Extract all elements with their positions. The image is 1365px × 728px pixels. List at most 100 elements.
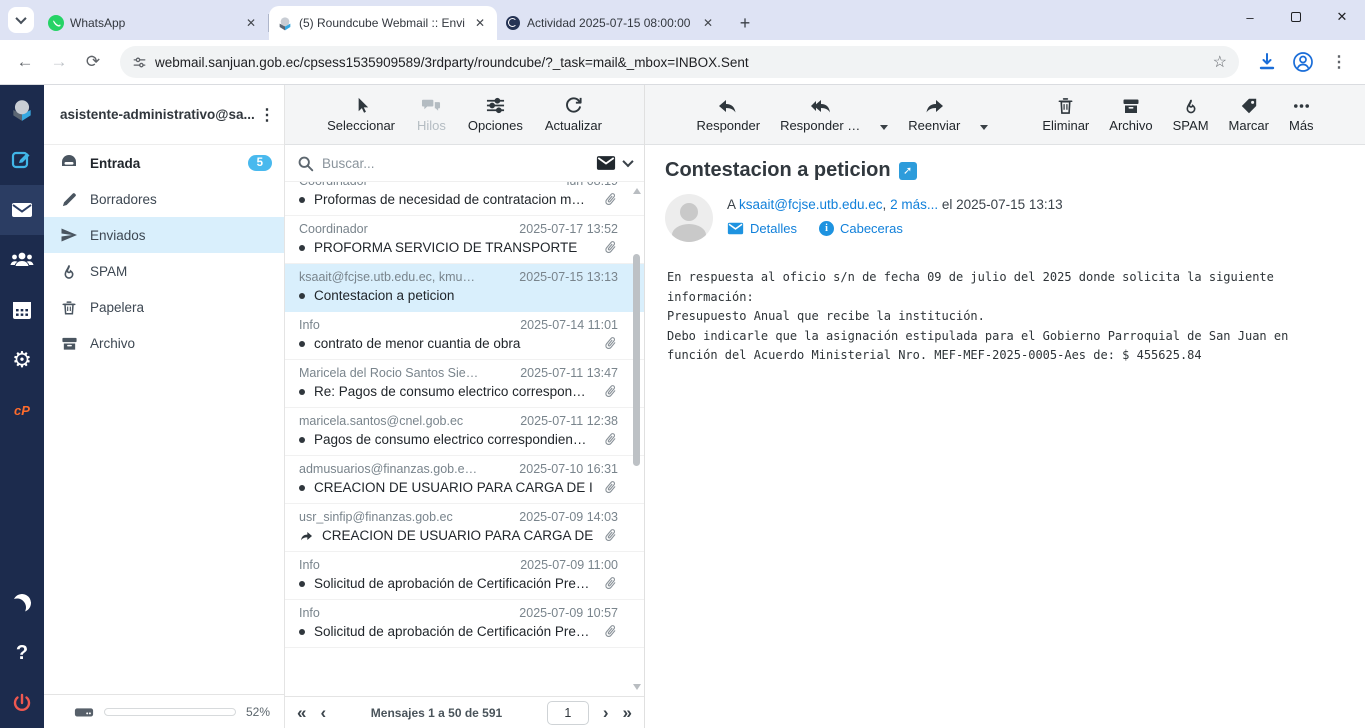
dark-mode-button[interactable] xyxy=(0,578,44,628)
browser-tab-roundcube[interactable]: (5) Roundcube Webmail :: Envia ✕ xyxy=(269,6,497,40)
search-scope-mail-icon[interactable] xyxy=(596,155,616,171)
pointer-icon xyxy=(352,96,371,115)
inbox-icon xyxy=(60,154,78,172)
message-row[interactable]: Info2025-07-09 10:57 Solicitud de aproba… xyxy=(285,600,644,648)
tab-search-button[interactable] xyxy=(8,7,34,33)
settings-nav-button[interactable]: ⚙ xyxy=(0,335,44,385)
message-row[interactable]: maricela.santos@cnel.gob.ec2025-07-11 12… xyxy=(285,408,644,456)
unread-dot xyxy=(299,245,305,251)
close-tab-icon[interactable]: ✕ xyxy=(242,14,260,32)
sidebar-item-borradores[interactable]: Borradores xyxy=(44,181,284,217)
message-list-column: Seleccionar Hilos Opciones Actualizar xyxy=(285,85,645,728)
reply-all-button[interactable]: Responder … xyxy=(780,97,860,133)
reload-button[interactable]: ⟳ xyxy=(78,47,108,77)
folder-label: SPAM xyxy=(90,264,272,279)
recipient-link[interactable]: ksaait@fcjse.utb.edu.ec xyxy=(739,197,883,212)
last-page-button[interactable]: » xyxy=(623,703,632,723)
site-settings-icon[interactable] xyxy=(132,55,147,70)
reply-icon xyxy=(718,97,738,115)
list-scrollbar[interactable] xyxy=(631,182,643,696)
logout-button[interactable] xyxy=(0,678,44,728)
forward-dropdown-caret[interactable] xyxy=(980,125,988,130)
close-tab-icon[interactable]: ✕ xyxy=(471,14,489,32)
roundcube-icon xyxy=(277,15,293,31)
attachment-icon xyxy=(603,384,618,399)
close-window-button[interactable]: ✕ xyxy=(1319,0,1365,34)
message-row-selected[interactable]: ksaait@fcjse.utb.edu.ec, kmu…2025-07-15 … xyxy=(285,264,644,312)
sidebar-item-archivo[interactable]: Archivo xyxy=(44,325,284,361)
scroll-down-arrow[interactable] xyxy=(633,684,641,690)
sidebar-item-enviados[interactable]: Enviados xyxy=(44,217,284,253)
folder-label: Papelera xyxy=(90,300,272,315)
first-page-button[interactable]: « xyxy=(297,703,306,723)
message-row[interactable]: Coordinador2025-07-17 13:52 PROFORMA SER… xyxy=(285,216,644,264)
prev-page-button[interactable]: ‹ xyxy=(320,703,326,723)
more-recipients-link[interactable]: 2 más... xyxy=(890,197,938,212)
forward-button[interactable]: → xyxy=(44,47,74,77)
search-input[interactable] xyxy=(322,156,588,171)
account-email: asistente-administrativo@sa... xyxy=(60,107,256,122)
contacts-nav-button[interactable] xyxy=(0,235,44,285)
spam-button[interactable]: SPAM xyxy=(1173,97,1209,133)
browser-tab-actividad[interactable]: Actividad 2025-07-15 08:00:00 ✕ xyxy=(497,6,725,40)
more-button[interactable]: Más xyxy=(1289,97,1314,133)
sidebar-item-spam[interactable]: SPAM xyxy=(44,253,284,289)
app-rail: ⚙ cP ? xyxy=(0,85,44,728)
folder-label: Borradores xyxy=(90,192,272,207)
profile-button[interactable] xyxy=(1287,46,1319,78)
account-menu-button[interactable]: ⋮ xyxy=(256,105,278,125)
restore-button[interactable] xyxy=(1273,0,1319,34)
address-bar[interactable]: webmail.sanjuan.gob.ec/cpsess1535909589/… xyxy=(120,46,1239,78)
archive-button[interactable]: Archivo xyxy=(1109,97,1152,133)
bookmark-star-icon[interactable]: ☆ xyxy=(1213,52,1227,72)
search-options-chevron[interactable] xyxy=(624,159,632,167)
select-button[interactable]: Seleccionar xyxy=(327,96,395,133)
headers-toggle[interactable]: i Cabeceras xyxy=(819,221,903,236)
message-subject: Contestacion a peticion xyxy=(665,159,891,182)
forward-button[interactable]: Reenviar xyxy=(908,97,960,133)
reply-all-dropdown-caret[interactable] xyxy=(880,125,888,130)
message-row[interactable]: admusuarios@finanzas.gob.e…2025-07-10 16… xyxy=(285,456,644,504)
page-number-input[interactable]: 1 xyxy=(547,701,589,725)
url-text[interactable]: webmail.sanjuan.gob.ec/cpsess1535909589/… xyxy=(155,55,1213,70)
downloads-button[interactable] xyxy=(1251,46,1283,78)
mark-button[interactable]: Marcar xyxy=(1229,97,1269,133)
browser-tab-whatsapp[interactable]: WhatsApp ✕ xyxy=(40,6,268,40)
search-bar xyxy=(285,145,644,182)
calendar-nav-button[interactable] xyxy=(0,285,44,335)
threads-button[interactable]: Hilos xyxy=(417,96,446,133)
help-button[interactable]: ? xyxy=(0,628,44,678)
forwarded-icon xyxy=(299,530,313,542)
message-row[interactable]: Info2025-07-09 11:00 Solicitud de aproba… xyxy=(285,552,644,600)
sidebar-item-entrada[interactable]: Entrada 5 xyxy=(44,145,284,181)
chevron-down-icon xyxy=(15,13,26,24)
message-row[interactable]: Coordinadorlun 08:19 Proformas de necesi… xyxy=(285,182,644,216)
details-toggle[interactable]: Detalles xyxy=(727,221,797,236)
next-page-button[interactable]: › xyxy=(603,703,609,723)
pencil-icon xyxy=(60,190,78,208)
scroll-up-arrow[interactable] xyxy=(633,188,641,194)
reply-button[interactable]: Responder xyxy=(696,97,760,133)
refresh-button[interactable]: Actualizar xyxy=(545,96,602,133)
open-in-new-window-icon[interactable]: ➚ xyxy=(899,162,917,180)
message-row[interactable]: usr_sinfip@finanzas.gob.ec2025-07-09 14:… xyxy=(285,504,644,552)
options-button[interactable]: Opciones xyxy=(468,96,523,133)
minimize-button[interactable]: – xyxy=(1227,0,1273,34)
attachment-icon xyxy=(603,192,618,207)
mail-nav-button[interactable] xyxy=(0,185,44,235)
attachment-icon xyxy=(603,432,618,447)
archive-box-icon xyxy=(60,334,78,352)
search-icon xyxy=(297,155,314,172)
message-row[interactable]: Maricela del Rocio Santos Sie…2025-07-11… xyxy=(285,360,644,408)
sidebar-item-papelera[interactable]: Papelera xyxy=(44,289,284,325)
new-tab-button[interactable]: + xyxy=(731,9,759,37)
browser-menu-button[interactable]: ⋮ xyxy=(1323,46,1355,78)
close-tab-icon[interactable]: ✕ xyxy=(699,14,717,32)
unread-dot xyxy=(299,485,305,491)
back-button[interactable]: ← xyxy=(10,47,40,77)
delete-button[interactable]: Eliminar xyxy=(1042,96,1089,133)
cpanel-link[interactable]: cP xyxy=(0,385,44,435)
message-row[interactable]: Info2025-07-14 11:01 contrato de menor c… xyxy=(285,312,644,360)
scrollbar-thumb[interactable] xyxy=(633,254,640,466)
compose-button[interactable] xyxy=(0,135,44,185)
